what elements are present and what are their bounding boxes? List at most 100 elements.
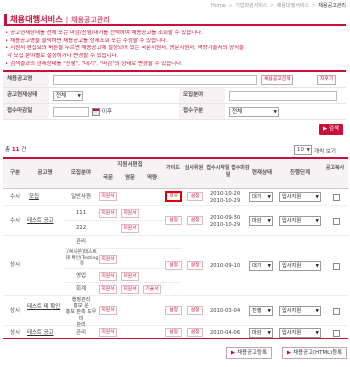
chevron-down-icon: ▼ [315,331,319,336]
table-row: 상시 관리 [복사본]테스트 태 확인(Testing 용 지원서 영업 지원서… [3,236,348,296]
field-subrow: [복사본]테스트 태 확인(Testing 용 지원서 [65,249,181,269]
kor-form-button[interactable]: 지원서 [99,328,117,337]
breadcrumb-separator: > [270,3,275,9]
row-end-date: 2010-04-06 [210,330,241,336]
progress-select[interactable]: 입사지원 ▼ [279,216,321,226]
chevron-down-icon: ▼ [267,219,271,224]
kor-form-button[interactable]: 지원서 [99,255,117,264]
row-type: 상시 [10,308,20,314]
status-select[interactable]: 마감 ▼ [249,216,273,226]
progress-select[interactable]: 입사지원 ▼ [279,192,321,202]
judge-setting-button[interactable]: 설정 [187,192,203,201]
col-judge: 심사위원 [184,165,204,171]
copy-checkbox[interactable] [333,308,340,315]
instruction-line: • 공고현재상태를 전체 또는 마감/진행/대기를 선택하여 채용공고를 조회할 … [5,30,203,36]
job-search-button[interactable]: 채용공고검색 [261,75,294,85]
table-header: 구분 공고명 모집분야 지원서편집 국문 영문 역량 가이드 심사위원 접수시작… [3,159,348,189]
status-label: 공고현재상태 [3,88,49,103]
chevron-down-icon: ▼ [267,331,271,336]
col-name: 공고명 [37,170,53,176]
judge-setting-button[interactable]: 설정 [187,306,203,315]
progress-select[interactable]: 입사지원 ▼ [279,261,321,271]
filter-row-status: 공고현재상태 전체 ▼ 모집분야 [3,88,346,104]
breadcrumb-item[interactable]: 채용대행서비스 [277,3,309,9]
status-select[interactable]: 마감 ▼ [249,328,273,338]
kor-form-button[interactable]: 지원서 [99,272,117,281]
row-field: 관리 [76,330,86,336]
status-select[interactable]: 진행 ▼ [249,306,273,316]
results-table: 구분 공고명 모집분야 지원서편집 국문 영문 역량 가이드 심사위원 접수시작… [3,157,348,339]
guide-setting-button[interactable]: 설정 [165,191,182,202]
copy-checkbox[interactable] [333,330,340,337]
row-field: 관리 [76,239,86,245]
breadcrumb-home[interactable]: Home [211,3,226,9]
row-name[interactable]: 모집 [29,194,39,201]
col-period: 접수시작일 접수마감일 [206,165,250,178]
kor-form-button[interactable]: 지원서 [99,209,117,218]
field-subrow: 회계 지원서 지원서 기술서 [65,283,181,296]
deadline-input[interactable] [53,107,89,117]
chevron-down-icon: ▼ [267,309,271,314]
eng-form-button[interactable]: 지원서 [121,285,139,294]
deadline-label: 접수마감일 [3,104,49,119]
search-button[interactable]: ▶ 검색 [319,124,343,135]
register-button[interactable]: ▶ 채용공고등록 [226,347,272,359]
judge-setting-button[interactable]: 설정 [187,261,203,270]
copy-checkbox[interactable] [333,263,340,270]
col-guide: 가이드 [166,165,180,171]
clear-button[interactable]: 지우기 [317,75,337,85]
row-start-date: 2010-10-20 [210,191,241,197]
eng-form-button[interactable]: 지원서 [121,209,139,218]
kor-form-button[interactable]: 지원서 [99,306,117,315]
calendar-icon[interactable] [92,108,100,116]
row-field: 222 [75,225,87,231]
col-comp: 역량 [146,175,158,181]
count-suffix: 건 [21,147,27,153]
register-html-button[interactable]: ▶ 채용공고(HTML)등록 [282,347,348,359]
field-subrow: 111 지원서 지원서 [65,206,181,221]
guide-setting-button[interactable]: 설정 [165,216,182,225]
row-name[interactable]: 테스트 테 확인 [27,304,63,311]
per-page-select[interactable]: 10 ▼ [294,145,312,155]
field-input[interactable] [229,91,337,101]
kor-form-button[interactable]: 지원서 [99,192,117,201]
progress-select[interactable]: 입사지원 ▼ [279,306,321,316]
eng-form-button[interactable]: 지원서 [121,224,139,233]
row-name[interactable]: 테스트 공고 [27,218,54,225]
job-name-input[interactable] [53,75,257,85]
type-select[interactable]: 전체 ▼ [229,107,279,117]
field-subrow: 222 지원서 [65,221,181,236]
status-select[interactable]: 대기 ▼ [249,261,273,271]
row-field: 일반사원 [71,194,91,200]
chevron-down-icon: ▼ [315,309,319,314]
field-subrow: 영업 지원서 지원서 [65,269,181,283]
progress-select[interactable]: 입사지원 ▼ [279,328,321,338]
chevron-down-icon: ▼ [267,195,271,200]
guide-setting-button[interactable]: 설정 [165,328,182,337]
chevron-down-icon: ▼ [273,110,277,115]
filter-row-name: 채용공고명 채용공고검색 지우기 [3,72,346,88]
guide-setting-button[interactable]: 설정 [165,306,182,315]
eng-form-button[interactable]: 지원서 [121,272,139,281]
copy-checkbox[interactable] [333,194,340,201]
table-row: 상시 테스트 테 확인 행정관리 홍보 운 홍보 판촉 도우미 관리 지원서 설… [3,296,348,328]
row-field: 홍보 판촉 도우미 [65,309,97,322]
count-prefix: 총 [5,147,11,153]
instructions: • 공고현재상태를 전체 또는 마감/진행/대기를 선택하여 채용공고를 조회할 … [5,30,350,69]
breadcrumb-current: 채용공고관리 [318,3,346,9]
judge-setting-button[interactable]: 설정 [187,328,203,337]
comp-form-button[interactable]: 기술서 [143,285,161,294]
judge-setting-button[interactable]: 설정 [187,216,203,225]
instruction-line: • 채용공고명을 클릭하면 채용공고를 상세조회 또는 수정할 수 있습니다. [5,37,168,44]
row-name[interactable]: 테스트 공고 [27,330,54,337]
instruction-line: • 지원서 편집요의 버튼을 누르면 채용공고에 설정되어 있는 국문지원서, 영… [5,45,245,52]
status-select[interactable]: 대기 ▼ [249,192,273,202]
chevron-down-icon: ▼ [306,148,310,153]
col-type: 구분 [9,170,21,176]
kor-form-button[interactable]: 지원서 [99,285,117,294]
guide-setting-button[interactable]: 설정 [165,261,182,270]
status-select[interactable]: 전체 ▼ [53,91,83,101]
breadcrumb-item[interactable]: 기업회원서비스 [235,3,267,9]
copy-checkbox[interactable] [333,218,340,225]
after-text: 이후 [102,109,113,115]
